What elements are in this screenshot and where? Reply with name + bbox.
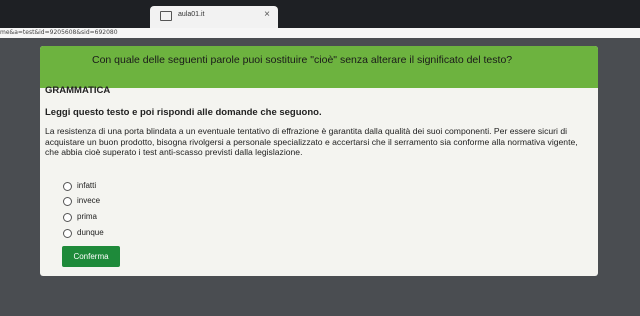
instruction-text: Leggi questo testo e poi rispondi alle d… (45, 107, 322, 118)
option-label[interactable]: dunque (77, 228, 104, 237)
question-header: Con quale delle seguenti parole puoi sos… (40, 46, 598, 88)
option-label[interactable]: prima (77, 212, 97, 221)
radio-button[interactable] (63, 213, 72, 222)
option-label[interactable]: invece (77, 196, 100, 205)
browser-tab-strip: aula01.it × (0, 0, 640, 30)
tab-title: aula01.it (178, 11, 205, 18)
radio-button[interactable] (63, 182, 72, 191)
option-label[interactable]: infatti (77, 181, 96, 190)
section-label: GRAMMATICA (45, 85, 111, 96)
url-text: me&a=test&id=9205608&sid=692080 (0, 29, 118, 36)
browser-tab[interactable]: aula01.it × (150, 6, 278, 28)
confirm-button[interactable]: Conferma (62, 246, 120, 267)
page-icon (160, 11, 172, 21)
address-bar[interactable]: me&a=test&id=9205608&sid=692080 (0, 28, 640, 38)
radio-button[interactable] (63, 197, 72, 206)
question-text: Con quale delle seguenti parole puoi sos… (92, 54, 513, 66)
reading-passage: La resistenza di una porta blindata a un… (45, 126, 578, 157)
close-icon[interactable]: × (264, 10, 270, 20)
radio-button[interactable] (63, 229, 72, 238)
